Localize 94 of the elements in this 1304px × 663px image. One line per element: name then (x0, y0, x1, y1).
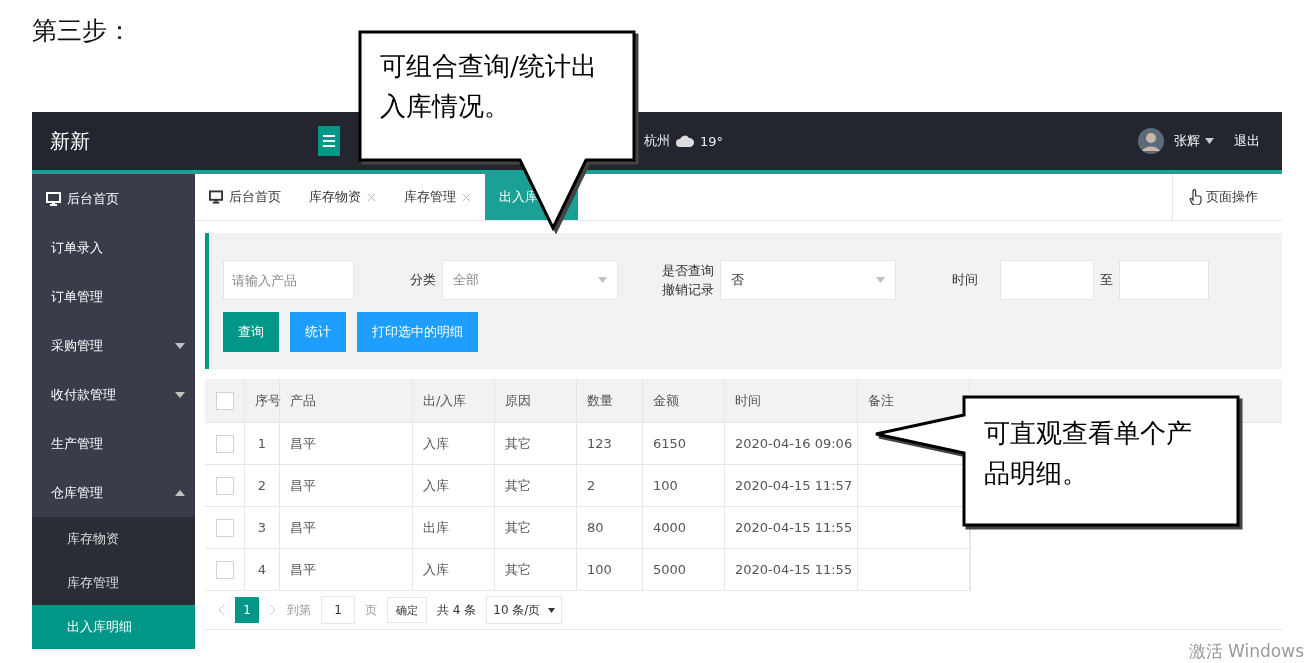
start-time-field[interactable] (1000, 260, 1094, 300)
monitor-icon (209, 190, 223, 204)
page-input[interactable]: 1 (321, 596, 355, 624)
column-header: 出/入库 (413, 379, 495, 422)
temperature-label: 19° (700, 133, 724, 149)
confirm-button[interactable]: 确定 (387, 597, 427, 623)
table-cell: 其它 (495, 507, 577, 548)
sidebar-subitem[interactable]: 出入库明细 (32, 605, 195, 649)
table-cell: 入库 (413, 465, 495, 506)
user-menu[interactable]: 张辉 (1174, 132, 1200, 150)
row-checkbox[interactable] (215, 434, 234, 453)
sidebar-item[interactable]: 仓库管理 (32, 468, 195, 517)
table-cell: 100 (577, 549, 643, 590)
app-logo: 新新 (49, 127, 91, 155)
table-cell: 2020-04-15 11:55 (725, 507, 858, 548)
table-cell: 昌平 (280, 549, 413, 590)
table-cell: 2 (245, 465, 280, 506)
previous-page-icon[interactable] (217, 604, 225, 616)
table-cell: 昌平 (280, 465, 413, 506)
row-checkbox[interactable] (215, 518, 234, 537)
sidebar-item[interactable]: 采购管理 (32, 321, 195, 370)
table-cell: 其它 (495, 465, 577, 506)
table-cell: 出库 (413, 507, 495, 548)
revoked-label: 是否查询撤销记录 (661, 261, 714, 299)
next-page-icon[interactable] (269, 604, 277, 616)
sidebar-item[interactable]: 后台首页 (32, 174, 195, 223)
close-icon[interactable] (462, 192, 471, 202)
column-header: 产品 (280, 379, 413, 422)
hand-pointer-icon (1189, 189, 1202, 205)
sidebar-item[interactable]: 收付款管理 (32, 370, 195, 419)
column-header: 时间 (725, 379, 858, 422)
monitor-icon (46, 191, 61, 206)
category-select[interactable]: 全部 (442, 260, 618, 300)
table-cell: 1 (245, 423, 280, 464)
end-time-field[interactable] (1119, 260, 1209, 300)
table-cell: 2 (577, 465, 643, 506)
table-cell: 2020-04-15 11:57 (725, 465, 858, 506)
category-label: 分类 (410, 271, 436, 289)
callout-text: 可直观查看单个产品明细。 (984, 417, 1193, 491)
table-cell: 昌平 (280, 507, 413, 548)
row-checkbox[interactable] (215, 560, 234, 579)
column-header: 数量 (577, 379, 643, 422)
row-checkbox[interactable] (215, 476, 234, 495)
table-cell: 昌平 (280, 423, 413, 464)
step-heading: 第三步： (32, 15, 132, 47)
select-all-checkbox[interactable] (215, 391, 234, 410)
avatar-icon[interactable] (1138, 128, 1164, 154)
page-number[interactable]: 1 (235, 597, 259, 623)
activation-notice: 激活 Windows (1188, 640, 1304, 663)
product-field[interactable]: 请输入产品 (223, 260, 354, 300)
caret-icon (548, 607, 556, 613)
close-icon[interactable] (367, 192, 376, 202)
table-cell: 其它 (495, 423, 577, 464)
table-cell: 4000 (643, 507, 725, 548)
table-cell: 其它 (495, 549, 577, 590)
callout-text: 可组合查询/统计出入库情况。 (380, 50, 598, 124)
table-cell: 5000 (643, 549, 725, 590)
page-tab[interactable]: 库存物资 (295, 174, 390, 220)
table-cell: 入库 (413, 423, 495, 464)
logout-link[interactable]: 退出 (1234, 132, 1260, 150)
sidebar-subitem[interactable]: 库存管理 (32, 561, 195, 605)
column-header: 金额 (643, 379, 725, 422)
table-cell: 123 (577, 423, 643, 464)
column-header: 序号 (245, 379, 280, 422)
table-cell: 6150 (643, 423, 725, 464)
sidebar-item[interactable]: 生产管理 (32, 419, 195, 468)
table-cell: 4 (245, 549, 280, 590)
action-button[interactable]: 查询 (223, 312, 279, 352)
goto-label: 到第 (287, 601, 311, 619)
menu-icon[interactable] (318, 126, 340, 156)
time-label: 时间 (952, 271, 978, 289)
page-size-select[interactable]: 10 条/页 (486, 596, 563, 624)
page-tab[interactable]: 库存管理 (390, 174, 485, 220)
page-tab[interactable]: 后台首页 (195, 174, 295, 220)
page-actions-button[interactable]: 页面操作 (1172, 174, 1282, 220)
column-header: 原因 (495, 379, 577, 422)
caret-icon (1205, 138, 1214, 144)
table-cell: 80 (577, 507, 643, 548)
sidebar-item[interactable]: 订单录入 (32, 223, 195, 272)
sidebar-subitem[interactable]: 库存物资 (32, 517, 195, 561)
caret-icon (598, 277, 607, 283)
table-cell: 2020-04-16 09:06 (725, 423, 858, 464)
revoked-select[interactable]: 否 (720, 260, 896, 300)
table-cell: 3 (245, 507, 280, 548)
caret-icon (876, 277, 885, 283)
table-cell: 入库 (413, 549, 495, 590)
table-cell: 100 (643, 465, 725, 506)
total-count: 共 4 条 (437, 601, 477, 619)
range-separator: 至 (1100, 271, 1113, 289)
cloud-icon (676, 135, 694, 147)
sidebar-item[interactable]: 订单管理 (32, 272, 195, 321)
table-cell: 2020-04-15 11:55 (725, 549, 858, 590)
page-unit-label: 页 (365, 601, 377, 619)
city-label: 杭州 (644, 132, 670, 150)
